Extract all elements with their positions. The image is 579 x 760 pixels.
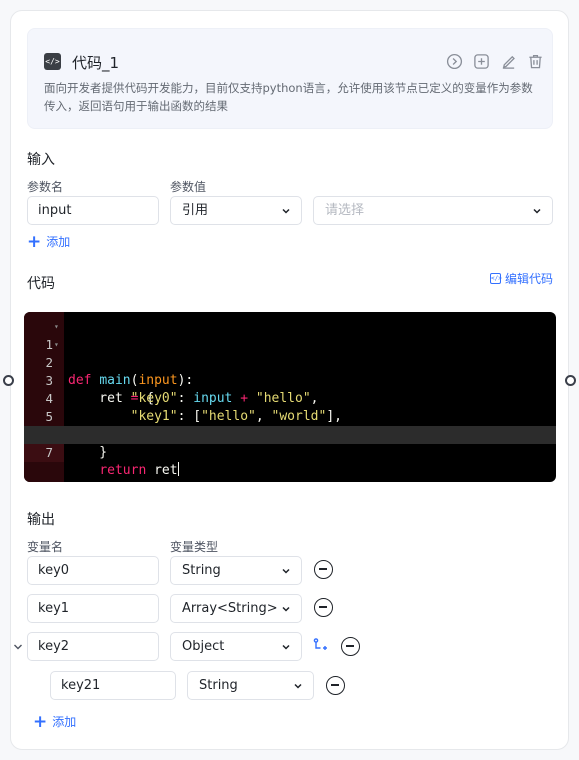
add-output-var-button[interactable]: + 添加 bbox=[33, 713, 76, 730]
output-var-type-value: String bbox=[182, 563, 221, 578]
chevron-down-icon[interactable] bbox=[12, 641, 24, 653]
code-icon: </> bbox=[44, 53, 61, 70]
output-child-var-name-input[interactable]: key21 bbox=[50, 671, 176, 700]
edit-code-label: 编辑代码 bbox=[504, 272, 553, 286]
remove-output-var-button[interactable] bbox=[314, 560, 333, 579]
text-cursor bbox=[177, 462, 179, 476]
output-var-name-input[interactable]: key0 bbox=[27, 556, 159, 585]
plus-icon: + bbox=[27, 231, 42, 252]
code-line[interactable]: 3 "key0": input + "hello", bbox=[24, 354, 556, 406]
remove-output-var-button[interactable] bbox=[326, 676, 345, 695]
param-value-select[interactable]: 请选择 bbox=[313, 196, 553, 225]
param-name-label: 参数名 bbox=[27, 180, 64, 194]
add-output-var-label: 添加 bbox=[52, 715, 77, 729]
code-editor[interactable]: 1 ▾ def main(input): 2 ▾ ret = { 3 "key0… bbox=[24, 312, 556, 482]
chevron-down-icon bbox=[293, 681, 303, 691]
param-name-input[interactable]: input bbox=[27, 196, 159, 225]
chevron-down-icon bbox=[281, 206, 291, 216]
code-edit-icon: </> bbox=[489, 273, 502, 284]
code-line[interactable]: 1 ▾ def main(input): bbox=[24, 318, 556, 388]
remove-output-var-button[interactable] bbox=[341, 637, 360, 656]
output-var-type-select[interactable]: Array<String> bbox=[170, 594, 302, 623]
edit-icon[interactable] bbox=[500, 53, 517, 70]
param-value-label: 参数值 bbox=[170, 180, 207, 194]
input-section-title: 输入 bbox=[27, 152, 55, 168]
add-child-field-icon[interactable] bbox=[312, 637, 329, 654]
line-number: 7 bbox=[24, 444, 64, 462]
var-type-label: 变量类型 bbox=[170, 540, 219, 554]
output-var-name-input[interactable]: key1 bbox=[27, 594, 159, 623]
edit-code-button[interactable]: </> 编辑代码 bbox=[489, 270, 553, 287]
node-header: </> 代码_1 面向开发者提供代码开发能力，目前仅支持python语言，允许使… bbox=[27, 28, 553, 129]
add-param-button[interactable]: + 添加 bbox=[27, 233, 70, 250]
add-param-label: 添加 bbox=[46, 235, 71, 249]
remove-output-var-button[interactable] bbox=[314, 598, 333, 617]
plus-icon: + bbox=[33, 711, 48, 732]
code-line[interactable]: 5 "key2": {"key21": "hi"} bbox=[24, 390, 556, 442]
param-type-select[interactable]: 引用 bbox=[170, 196, 302, 225]
code-line[interactable]: 6 } bbox=[24, 408, 556, 460]
output-var-type-select[interactable]: String bbox=[170, 556, 302, 585]
var-name-label: 变量名 bbox=[27, 540, 64, 554]
input-port[interactable] bbox=[3, 375, 14, 386]
output-port[interactable] bbox=[565, 375, 576, 386]
output-var-type-value: String bbox=[199, 678, 238, 693]
delete-icon[interactable] bbox=[527, 53, 544, 70]
output-var-type-value: Object bbox=[182, 639, 225, 654]
run-icon[interactable] bbox=[446, 53, 463, 70]
code-section-title: 代码 bbox=[27, 276, 55, 292]
code-line-active[interactable]: 7 return ret bbox=[24, 426, 556, 478]
chevron-down-icon bbox=[532, 206, 542, 216]
chevron-down-icon bbox=[281, 566, 291, 576]
code-line[interactable]: 4 "key1": ["hello", "world"], bbox=[24, 372, 556, 424]
output-var-name-input[interactable]: key2 bbox=[27, 632, 159, 661]
output-var-type-value: Array<String> bbox=[182, 601, 278, 616]
node-description: 面向开发者提供代码开发能力，目前仅支持python语言，允许使用该节点已定义的变… bbox=[44, 81, 533, 113]
output-var-type-select[interactable]: Object bbox=[170, 632, 302, 661]
chevron-down-icon bbox=[281, 604, 291, 614]
header-actions bbox=[446, 53, 544, 70]
output-section-title: 输出 bbox=[27, 512, 55, 528]
add-icon[interactable] bbox=[473, 53, 490, 70]
param-value-placeholder: 请选择 bbox=[325, 203, 365, 218]
param-type-value: 引用 bbox=[182, 203, 209, 218]
output-child-var-type-select[interactable]: String bbox=[187, 671, 314, 700]
code-line[interactable]: 2 ▾ ret = { bbox=[24, 336, 556, 406]
fold-arrow-icon[interactable]: ▾ bbox=[54, 336, 59, 354]
chevron-down-icon bbox=[281, 642, 291, 652]
fold-arrow-icon[interactable]: ▾ bbox=[54, 318, 59, 336]
node-title[interactable]: 代码_1 bbox=[72, 52, 119, 73]
